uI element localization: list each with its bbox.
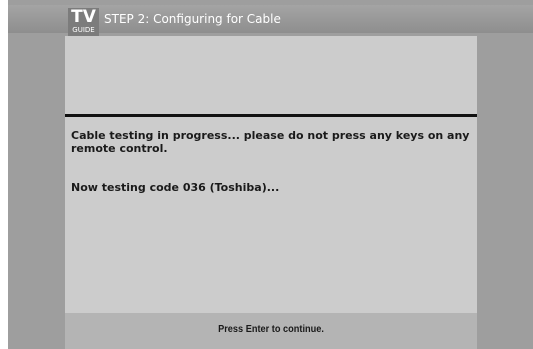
content-panel: Cable testing in progress... please do n… xyxy=(65,36,477,313)
logo-tv-text: TV xyxy=(71,7,96,27)
progress-message: Cable testing in progress... please do n… xyxy=(71,129,470,155)
tv-screen: TV GUIDE STEP 2: Configuring for Cable C… xyxy=(8,0,533,349)
title-bar: TV GUIDE STEP 2: Configuring for Cable xyxy=(8,5,533,37)
logo-guide-text: GUIDE xyxy=(72,26,95,34)
continue-hint: Press Enter to continue. xyxy=(218,324,324,335)
testing-status: Now testing code 036 (Toshiba)... xyxy=(71,181,280,194)
divider xyxy=(65,114,477,117)
footer-bar: Press Enter to continue. xyxy=(65,313,477,349)
tv-guide-logo: TV GUIDE xyxy=(68,8,99,37)
page-title: STEP 2: Configuring for Cable xyxy=(104,12,281,26)
